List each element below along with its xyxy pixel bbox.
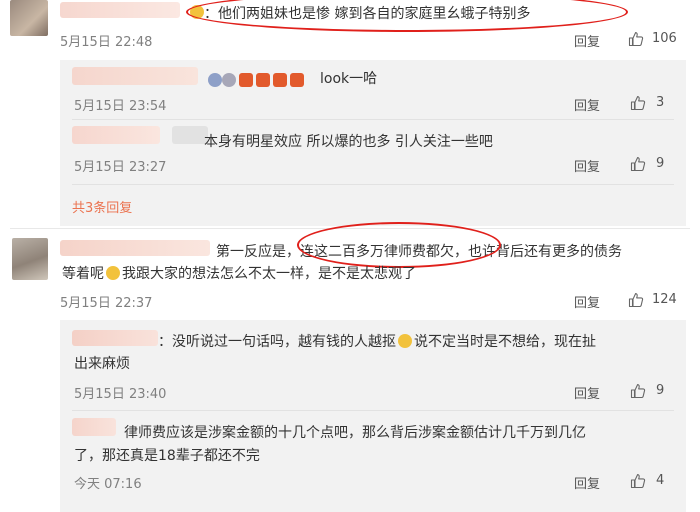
thumbs-up-icon: [630, 96, 646, 111]
annotation-circle: [186, 0, 628, 32]
reply-text-line2: 出来麻烦: [74, 356, 130, 372]
like-count: 9: [656, 156, 665, 171]
reply-divider: [72, 119, 674, 120]
comment-time: 5月15日 22:48: [60, 35, 153, 50]
username-blurred[interactable]: [60, 240, 210, 256]
thumbs-up-icon: [630, 384, 646, 399]
reply-text: look一哈: [320, 71, 378, 87]
thumbs-up-icon: [628, 32, 644, 47]
candle-emoji-icon: [290, 73, 304, 87]
reply-text: 律师费应该是涉案金额的十几个点吧，那么背后涉案金额估计几千万到几亿: [124, 425, 586, 441]
thumbs-up-icon: [630, 157, 646, 172]
like-button[interactable]: [630, 156, 646, 172]
user-avatar[interactable]: [12, 238, 48, 280]
like-count: 124: [652, 292, 677, 307]
reply-list: look一哈 5月15日 23:54 回复 3 本身有明星效应 所以爆的也多 引…: [60, 60, 686, 226]
like-button[interactable]: [630, 383, 646, 399]
reply-button[interactable]: 回复: [574, 156, 600, 175]
thumbs-up-icon: [628, 293, 644, 308]
reply-time: 5月15日 23:27: [74, 160, 167, 175]
username-blurred[interactable]: [60, 2, 180, 18]
thumbs-up-icon: [630, 474, 646, 489]
username-blurred[interactable]: [72, 126, 160, 144]
like-count: 3: [656, 95, 665, 110]
like-count: 4: [656, 473, 665, 488]
like-button[interactable]: [630, 95, 646, 111]
reply-divider: [72, 410, 674, 411]
reply-list: ：没听说过一句话吗，越有钱的人越抠 说不定当时是不想给，现在扯 出来麻烦 5月15…: [60, 320, 686, 512]
username-blurred[interactable]: [72, 330, 158, 346]
like-button[interactable]: [628, 31, 644, 47]
laugh-cry-emoji-icon: [398, 334, 412, 348]
sweat-emoji-icon: [106, 266, 120, 280]
reply-time: 5月15日 23:40: [74, 387, 167, 402]
candle-emoji-icon: [256, 73, 270, 87]
username-blurred[interactable]: [172, 126, 208, 144]
face-emoji-icon: [222, 73, 236, 87]
username-blurred[interactable]: [72, 418, 116, 436]
comment-text-line2: 等着呢 我跟大家的想法怎么不太一样，是不是太悲观了: [62, 266, 416, 282]
reply-emojis: [208, 70, 304, 89]
like-count: 9: [656, 383, 665, 398]
like-button[interactable]: [630, 473, 646, 489]
candle-emoji-icon: [273, 73, 287, 87]
like-button[interactable]: [628, 292, 644, 308]
face-emoji-icon: [208, 73, 222, 87]
annotation-circle: [297, 222, 501, 268]
reply-button[interactable]: 回复: [574, 95, 600, 114]
reply-time: 5月15日 23:54: [74, 99, 167, 114]
reply-button[interactable]: 回复: [574, 31, 600, 50]
username-blurred[interactable]: [72, 67, 198, 85]
reply-text-line2: 了，那还真是18辈子都还不完: [74, 448, 260, 464]
reply-button[interactable]: 回复: [574, 292, 600, 311]
user-avatar[interactable]: [10, 0, 48, 36]
comment-time: 5月15日 22:37: [60, 296, 153, 311]
reply-text: ：没听说过一句话吗，越有钱的人越抠 说不定当时是不想给，现在扯: [158, 334, 596, 350]
reply-text: 本身有明星效应 所以爆的也多 引人关注一些吧: [204, 134, 493, 150]
reply-button[interactable]: 回复: [574, 473, 600, 492]
like-count: 106: [652, 31, 677, 46]
more-replies-link[interactable]: 共3条回复: [72, 197, 132, 216]
candle-emoji-icon: [239, 73, 253, 87]
reply-time: 今天 07:16: [74, 477, 142, 492]
reply-divider: [72, 184, 674, 185]
reply-button[interactable]: 回复: [574, 383, 600, 402]
